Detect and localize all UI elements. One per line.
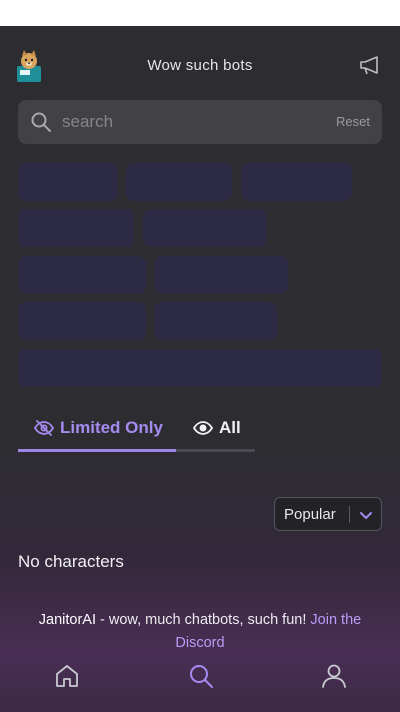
- tab-all[interactable]: All: [193, 408, 241, 448]
- search-icon[interactable]: [187, 662, 215, 690]
- tag-chip[interactable]: [154, 256, 288, 294]
- sort-divider: [349, 506, 350, 523]
- eye-slash-icon: [34, 420, 54, 436]
- search-bar: Reset: [18, 100, 382, 144]
- sort-dropdown[interactable]: Popular: [274, 497, 382, 531]
- app-screen: Wow such bots Reset Limited Only: [0, 0, 400, 712]
- footer-brand: JanitorAI: [38, 612, 97, 628]
- sort-selected-value: Popular: [284, 506, 336, 523]
- eye-icon: [193, 421, 213, 435]
- user-icon[interactable]: [320, 662, 348, 690]
- search-input[interactable]: [62, 108, 312, 136]
- footer-text: JanitorAI - wow, much chatbots, such fun…: [20, 609, 380, 655]
- reset-button[interactable]: Reset: [336, 114, 370, 129]
- page-title: Wow such bots: [147, 57, 253, 74]
- chevron-down-icon[interactable]: [358, 507, 374, 523]
- tab-limited-only[interactable]: Limited Only: [34, 408, 163, 448]
- header: Wow such bots: [0, 44, 400, 88]
- megaphone-icon[interactable]: [358, 54, 382, 76]
- footer-tagline: - wow, much chatbots, such fun!: [96, 612, 311, 628]
- tab-all-label: All: [219, 418, 241, 437]
- search-icon: [31, 112, 51, 132]
- tab-limited-only-label: Limited Only: [60, 418, 163, 437]
- tag-chip[interactable]: [18, 349, 382, 387]
- visibility-tabs: Limited Only All: [18, 408, 255, 452]
- tag-chip[interactable]: [18, 209, 134, 247]
- tag-chip[interactable]: [126, 163, 232, 201]
- tag-chip[interactable]: [241, 163, 352, 201]
- tag-chip[interactable]: [143, 209, 266, 247]
- tab-underline-active: [18, 449, 176, 452]
- tag-chip[interactable]: [154, 302, 277, 340]
- tag-chip[interactable]: [18, 256, 146, 294]
- tag-chip[interactable]: [18, 302, 146, 340]
- home-icon[interactable]: [53, 662, 81, 690]
- empty-state-text: No characters: [18, 552, 124, 571]
- bottom-nav: [0, 652, 400, 702]
- tag-chip[interactable]: [18, 163, 118, 201]
- status-bar: [0, 0, 400, 26]
